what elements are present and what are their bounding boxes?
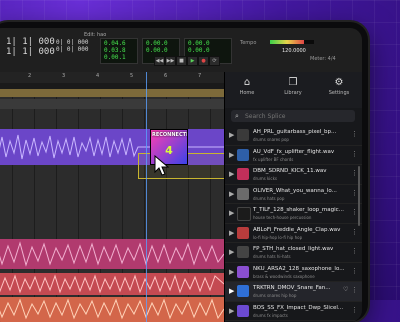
playhead[interactable] [146, 72, 147, 322]
sample-artwork [237, 207, 251, 221]
waveform [0, 274, 224, 294]
sample-row[interactable]: ▶ AH_PRL_guitarbass_pixel_bp... drums sn… [225, 126, 362, 146]
meter-label: Meter: 4/4 [310, 56, 336, 62]
transport-bar: Edit: hao 1| 1| 000 1| 1| 000 0| 0| 000 … [0, 28, 362, 73]
more-icon[interactable]: ⋮ [351, 189, 358, 197]
audio-clip-pink[interactable] [0, 239, 224, 269]
mouse-cursor-icon [154, 155, 170, 176]
sample-row-active[interactable]: ▶ TRKTRN_DMOV_Snare_Fan... drums snares … [225, 282, 362, 302]
audio-clip-orange[interactable] [0, 297, 224, 322]
sample-artwork [237, 304, 249, 317]
ruler-label: 7 [198, 73, 202, 79]
scrollbar[interactable] [358, 166, 360, 226]
output-meter [270, 40, 314, 44]
sample-row[interactable]: ▶ NKU_ARSA2_128_saxophone_lo... brass & … [225, 263, 362, 282]
nav-library[interactable]: ❒ Library [273, 76, 313, 96]
sample-artwork [237, 129, 249, 141]
more-icon[interactable]: ⋮ [351, 306, 358, 314]
empty-lane[interactable] [0, 99, 224, 109]
gear-icon: ⚙ [334, 77, 344, 88]
sample-artwork [237, 187, 249, 200]
daw-screen: Edit: hao 1| 1| 000 1| 1| 000 0| 0| 000 … [0, 28, 362, 322]
home-icon: ⌂ [243, 77, 251, 88]
heart-icon[interactable]: ♡ [343, 286, 348, 293]
audio-clip-top[interactable] [0, 89, 224, 97]
play-icon[interactable]: ▶ [229, 190, 234, 198]
play-icon[interactable]: ▶ [229, 268, 234, 276]
sample-row[interactable]: ▶ DBM_SDRND_KICK_11.wav drums kicks ⋮ [225, 165, 362, 185]
arrange-view[interactable]: RECONNECTING 4 [0, 89, 226, 322]
more-icon[interactable]: ⋮ [351, 169, 358, 177]
sample-artwork [237, 148, 249, 161]
more-icon[interactable]: ⋮ [351, 267, 358, 275]
panel-nav: ⌂ Home ❒ Library ⚙ Settings [225, 72, 362, 108]
sample-artwork [237, 226, 249, 239]
audio-clip-red[interactable] [0, 273, 224, 295]
ruler-label: 6 [164, 73, 168, 79]
search-input[interactable] [245, 111, 351, 121]
play-icon[interactable]: ▶ [229, 209, 234, 217]
fast-forward-button[interactable]: ▶▶ [165, 56, 176, 66]
laptop-frame: Edit: hao 1| 1| 000 1| 1| 000 0| 0| 000 … [0, 22, 368, 322]
stop-button[interactable]: ■ [176, 56, 187, 66]
waveform [0, 241, 224, 267]
sample-row[interactable]: ▶ T_TILF_128_shaker_loop_magic... house … [225, 204, 362, 224]
play-icon[interactable]: ▶ [229, 131, 234, 139]
sample-artwork [237, 265, 249, 278]
search-box[interactable]: ⌕ [231, 110, 355, 122]
nav-settings[interactable]: ⚙ Settings [319, 76, 359, 96]
sample-row[interactable]: ▶ FP_STH_hat_closed_light.wav drums hats… [225, 243, 362, 263]
more-icon[interactable]: ⋮ [351, 286, 358, 294]
play-icon[interactable]: ▶ [229, 229, 234, 237]
more-icon[interactable]: ⋮ [351, 228, 358, 236]
ruler-label: 3 [62, 73, 66, 79]
more-icon[interactable]: ⋮ [351, 208, 358, 216]
sample-row[interactable]: ▶ BOS_SS_FX_Impact_Dwp_Slicel... drums f… [225, 302, 362, 321]
ruler-label: 4 [96, 73, 100, 79]
nav-home[interactable]: ⌂ Home [227, 76, 267, 96]
sample-row[interactable]: ▶ AU_VdF_fx_uplifter_flight.wav fx uplif… [225, 146, 362, 165]
sample-row[interactable]: ▶ ABLoFi_Freddie_Angle_Clap.wav lo-fi hi… [225, 224, 362, 243]
sample-artwork [237, 168, 249, 180]
sample-artwork [237, 285, 249, 297]
ruler-label: 5 [130, 73, 134, 79]
more-icon[interactable]: ⋮ [351, 247, 358, 255]
ruler-label: 2 [28, 73, 32, 79]
secondary-counter: 0| 0| 000 0| 0| 000 [56, 39, 89, 53]
record-button[interactable]: ● [198, 56, 209, 66]
main-counter: 1| 1| 000 1| 1| 000 [6, 37, 55, 57]
play-icon[interactable]: ▶ [229, 151, 234, 159]
sample-artwork [237, 246, 249, 258]
play-icon[interactable]: ▶ [229, 287, 234, 295]
loop-button[interactable]: ⟳ [209, 56, 220, 66]
play-icon[interactable]: ▶ [229, 248, 234, 256]
more-icon[interactable]: ⋮ [351, 130, 358, 138]
time-display: 0.04.6 0.03.8 0.00.1 [100, 38, 138, 64]
tempo-label: Tempo [240, 40, 257, 46]
waveform [0, 298, 224, 320]
play-icon[interactable]: ▶ [229, 307, 234, 315]
library-icon: ❒ [288, 77, 298, 88]
splice-panel: ⌂ Home ❒ Library ⚙ Settings ⌕ ▶ AH_PRL_g… [224, 72, 362, 322]
play-icon[interactable]: ▶ [229, 170, 234, 178]
play-button[interactable]: ▶ [187, 56, 198, 66]
tempo-value[interactable]: 120.0000 [282, 48, 306, 54]
sample-row[interactable]: ▶ OLIVER_What_you_wanna_lo... drums hats… [225, 185, 362, 204]
more-icon[interactable]: ⋮ [351, 150, 358, 158]
sample-list: ▶ AH_PRL_guitarbass_pixel_bp... drums sn… [225, 126, 362, 322]
search-icon: ⌕ [235, 112, 239, 120]
rewind-button[interactable]: ◀◀ [154, 56, 165, 66]
